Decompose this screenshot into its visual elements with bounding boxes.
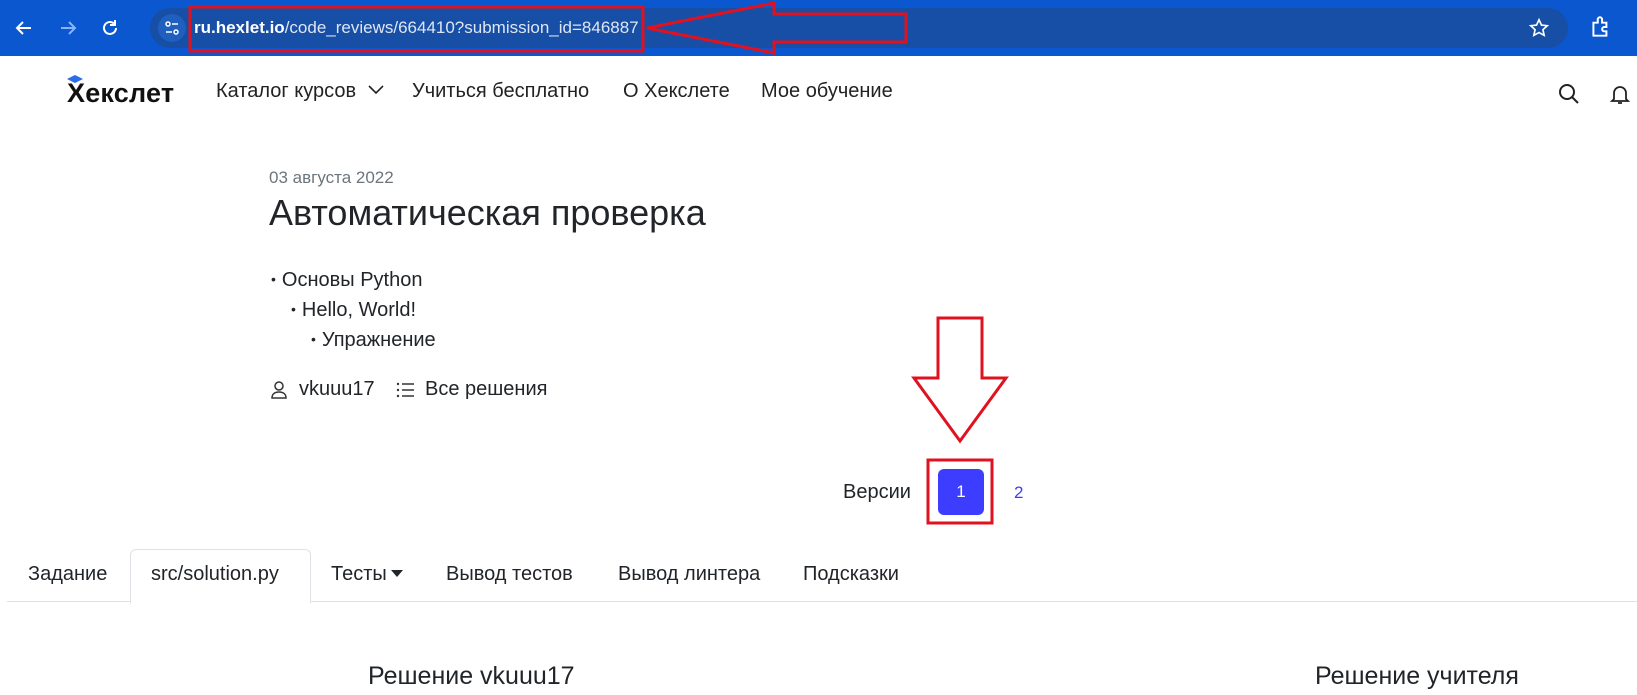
- browser-toolbar: ru.hexlet.io/code_reviews/664410?submiss…: [0, 0, 1637, 56]
- tab-tests-label: Тесты: [331, 563, 387, 585]
- down-arrow-annotation: [911, 316, 1009, 444]
- nav-my-learning[interactable]: Мое обучение: [761, 80, 893, 103]
- logo[interactable]: Хекслет: [67, 78, 174, 109]
- teacher-solution-title: Решение учителя: [1315, 662, 1519, 690]
- url-text[interactable]: ru.hexlet.io/code_reviews/664410?submiss…: [194, 18, 639, 38]
- author-link[interactable]: vkuuu17: [269, 378, 375, 401]
- star-icon[interactable]: [1528, 17, 1550, 39]
- tab-linter-output[interactable]: Вывод линтера: [618, 563, 760, 586]
- breadcrumb-course[interactable]: • Основы Python: [271, 269, 422, 292]
- tab-task[interactable]: Задание: [28, 563, 107, 586]
- search-icon[interactable]: [1557, 82, 1581, 106]
- extensions-icon[interactable]: [1588, 14, 1614, 40]
- bell-icon[interactable]: [1608, 82, 1632, 106]
- nav-free[interactable]: Учиться бесплатно: [412, 80, 589, 103]
- all-solutions-link[interactable]: Все решения: [395, 378, 547, 401]
- nav-catalog-label: Каталог курсов: [216, 80, 357, 102]
- review-date: 03 августа 2022: [269, 168, 394, 187]
- breadcrumb-lesson-label: Hello, World!: [301, 299, 417, 321]
- list-icon: [396, 382, 414, 397]
- chevron-down-icon: [368, 85, 384, 95]
- site-info-icon: [165, 21, 179, 35]
- url-host: ru.hexlet.io: [194, 18, 285, 37]
- breadcrumb-exercise[interactable]: • Упражнение: [311, 329, 436, 352]
- page-title: Автоматическая проверка: [269, 192, 706, 233]
- site-header: Хекслет Каталог курсов Учиться бесплатно…: [0, 56, 1637, 131]
- tab-tests-output[interactable]: Вывод тестов: [446, 563, 573, 586]
- nav-catalog[interactable]: Каталог курсов: [216, 80, 384, 103]
- forward-button[interactable]: [52, 12, 84, 44]
- site-info-button[interactable]: [158, 14, 186, 42]
- versions-label: Версии: [843, 481, 911, 503]
- caret-down-icon: [390, 570, 403, 577]
- reload-icon: [103, 20, 117, 35]
- tab-tests[interactable]: Тесты: [331, 563, 403, 586]
- tab-hints[interactable]: Подсказки: [803, 563, 899, 586]
- breadcrumb-course-label: Основы Python: [281, 269, 423, 291]
- user-icon: [271, 380, 287, 399]
- breadcrumb-lesson[interactable]: • Hello, World!: [291, 299, 416, 322]
- reload-button[interactable]: [94, 12, 126, 44]
- version-1-button[interactable]: 1: [938, 469, 984, 515]
- address-bar[interactable]: ru.hexlet.io/code_reviews/664410?submiss…: [150, 8, 1568, 48]
- url-path: /code_reviews/664410?submission_id=84688…: [284, 18, 639, 37]
- student-solution-title: Решение vkuuu17: [368, 662, 575, 690]
- all-solutions-label: Все решения: [425, 378, 548, 400]
- nav-about[interactable]: О Хекслете: [623, 80, 730, 103]
- version-2-link[interactable]: 2: [1014, 483, 1023, 503]
- author-name: vkuuu17: [299, 378, 375, 400]
- forward-arrow-icon: [61, 21, 77, 35]
- tab-solution[interactable]: src/solution.py: [151, 563, 279, 586]
- breadcrumb-exercise-label: Упражнение: [321, 329, 436, 351]
- back-arrow-icon: [15, 21, 31, 35]
- back-button[interactable]: [8, 12, 40, 44]
